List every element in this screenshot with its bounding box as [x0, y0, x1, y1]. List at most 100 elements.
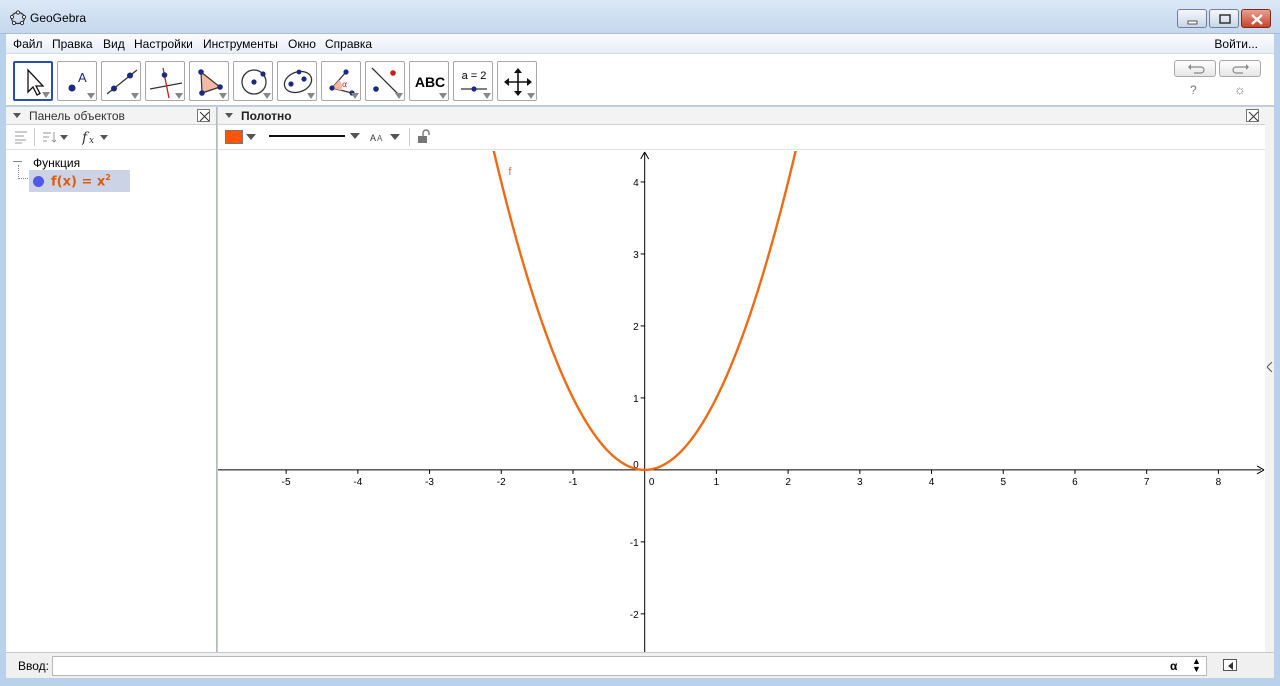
lock-icon[interactable] [417, 129, 431, 144]
visibility-toggle-icon[interactable] [33, 176, 44, 187]
x-tick-label: -4 [353, 477, 362, 488]
svg-text:x: x [89, 136, 94, 146]
dropdown-arrow-icon[interactable] [246, 134, 256, 140]
x-tick-label: 3 [857, 477, 863, 488]
polygon-tool-button[interactable] [189, 61, 229, 101]
window-title: GeoGebra [30, 11, 87, 25]
line-tool-button[interactable] [101, 61, 141, 101]
close-icon [199, 111, 210, 122]
x-tick-label: -5 [282, 477, 291, 488]
algebra-panel-header: Панель объектов [6, 107, 216, 125]
menu-edit[interactable]: Правка [52, 37, 93, 51]
maximize-button[interactable] [1209, 9, 1239, 28]
sort-icon[interactable] [42, 130, 72, 144]
function-display-icon[interactable]: f x [82, 128, 114, 146]
move-tool-button[interactable] [13, 61, 53, 101]
y-tick-label: 3 [633, 250, 639, 261]
input-help-toggle-button[interactable] [1223, 659, 1237, 671]
close-icon [1248, 111, 1259, 122]
reflect-tool-button[interactable] [365, 61, 405, 101]
undo-icon [1188, 64, 1205, 74]
svg-text:α: α [342, 80, 347, 89]
collapse-arrow-icon[interactable] [13, 113, 21, 118]
menu-bar: Файл Правка Вид Настройки Инструменты Ок… [6, 34, 1274, 54]
circle-tool-button[interactable] [233, 61, 273, 101]
y-tick-label: 1 [633, 394, 639, 405]
y-tick-label: 2 [633, 322, 639, 333]
tree-group-label: Функция [33, 156, 81, 170]
symbol-arrows-icon[interactable]: ▲ ▼ [1192, 657, 1201, 674]
y-tick-label: -2 [630, 610, 639, 621]
menu-file[interactable]: Файл [13, 37, 43, 51]
algebra-item-function[interactable]: f(x) = x2 [29, 170, 130, 192]
x-tick-label: 7 [1144, 477, 1150, 488]
undo-button[interactable] [1174, 60, 1216, 77]
ellipse-tool-button[interactable] [277, 61, 317, 101]
line-style-button[interactable] [269, 133, 361, 141]
graphics-panel-title: Полотно [241, 109, 292, 123]
y-tick-label: 4 [633, 178, 639, 189]
function-definition[interactable]: f(x) = x2 [51, 173, 111, 189]
function-label-text: f(x) = x [51, 174, 106, 190]
slider-tool-button[interactable]: a = 2 [453, 61, 493, 101]
algebra-style-bar: f x [6, 125, 216, 150]
geogebra-logo-icon [10, 10, 26, 26]
perpendicular-line-tool-button[interactable] [145, 61, 185, 101]
slider-icon-label: a = 2 [461, 70, 487, 82]
x-tick-label: 4 [929, 477, 935, 488]
menu-tools[interactable]: Инструменты [203, 37, 278, 51]
expand-arrow-icon[interactable] [1267, 362, 1273, 372]
symbol-table-button[interactable]: α [1170, 659, 1177, 673]
input-field[interactable] [52, 656, 1207, 676]
tree-collapse-toggle[interactable] [13, 161, 22, 162]
menu-view[interactable]: Вид [103, 37, 125, 51]
toolbar: A α ABC a = 2 ? ☼ [6, 54, 1274, 106]
menu-settings[interactable]: Настройки [134, 37, 193, 51]
sidebar-expand-strip[interactable] [1265, 107, 1274, 652]
input-bar: Ввод: α ▲ ▼ [6, 652, 1274, 678]
redo-icon [1232, 64, 1249, 74]
x-tick-label: 5 [1000, 477, 1006, 488]
redo-button[interactable] [1219, 60, 1261, 77]
x-tick-label: 8 [1216, 477, 1222, 488]
x-tick-label: 6 [1072, 477, 1078, 488]
title-bar: GeoGebra [0, 0, 1280, 34]
algebra-panel-title: Панель объектов [29, 109, 125, 123]
collapse-arrow-icon[interactable] [225, 113, 233, 118]
input-label: Ввод: [18, 659, 49, 673]
graphics-panel-header: Полотно [218, 107, 1265, 125]
graphics-panel: Полотно A A -5 -4 -3 -2 -1 0 1 2 3 4 5 6 7 8 -2 -1 1 2 3 4 0… [218, 107, 1265, 652]
menu-help[interactable]: Справка [325, 37, 372, 51]
arrow-left-icon [1228, 662, 1233, 670]
x-tick-label: -2 [497, 477, 506, 488]
x-tick-label: 0 [649, 477, 655, 488]
svg-text:A: A [78, 70, 87, 85]
text-tool-button[interactable]: ABC [409, 61, 449, 101]
text-size-button[interactable]: A A [370, 130, 402, 144]
close-window-button[interactable] [1241, 9, 1271, 28]
menu-window[interactable]: Окно [288, 37, 316, 51]
close-algebra-panel-button[interactable] [197, 109, 210, 122]
x-tick-label: 1 [714, 477, 720, 488]
function-curve-label: f [508, 166, 512, 178]
move-graphics-tool-button[interactable] [497, 61, 537, 101]
svg-text:A: A [370, 133, 376, 143]
y-tick-label: -1 [630, 538, 639, 549]
svg-text:A: A [377, 134, 383, 143]
graph-svg[interactable]: -5 -4 -3 -2 -1 0 1 2 3 4 5 6 7 8-2-112340f [218, 151, 1265, 652]
auxiliary-objects-icon[interactable] [14, 130, 28, 144]
x-tick-label: -3 [425, 477, 434, 488]
close-graphics-panel-button[interactable] [1246, 109, 1259, 122]
angle-tool-button[interactable]: α [321, 61, 361, 101]
graphics-canvas[interactable]: -5 -4 -3 -2 -1 0 1 2 3 4 5 6 7 8 -2 -1 1 2 3 4 0 f [218, 151, 1265, 652]
sign-in-link[interactable]: Войти... [1214, 37, 1258, 51]
function-exponent: 2 [105, 173, 111, 182]
settings-button[interactable]: ☼ [1234, 82, 1246, 97]
x-tick-label: -1 [569, 477, 578, 488]
point-tool-button[interactable]: A [57, 61, 97, 101]
object-color-button[interactable] [225, 130, 243, 144]
minimize-button[interactable] [1177, 9, 1207, 28]
help-button[interactable]: ? [1190, 83, 1197, 97]
text-icon: ABC [414, 74, 446, 90]
algebra-panel: Панель объектов f x Функция f(x) = x2 [6, 107, 217, 652]
